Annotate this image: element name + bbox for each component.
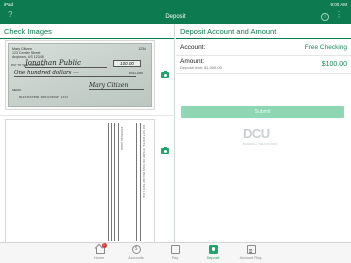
nav-bar: ? Deposit i ⋮ xyxy=(0,9,351,24)
endorse-line xyxy=(136,123,137,241)
memo-label: MEMO xyxy=(12,88,22,92)
account-row[interactable]: Account: Free Checking xyxy=(176,39,351,56)
title-divider xyxy=(0,38,174,39)
tab-accounts[interactable]: $ Accounts xyxy=(124,245,148,263)
drawer-info: Mary Citizen 123 Center Street Anytown, … xyxy=(12,47,44,59)
tab-account-register-label: Account Reg. xyxy=(239,255,263,260)
tab-home[interactable]: 1 Home xyxy=(87,243,111,263)
account-value[interactable]: Free Checking xyxy=(305,44,347,51)
check-front-body: Mary Citizen 123 Center Street Anytown, … xyxy=(8,43,152,107)
endorse-line xyxy=(140,123,141,241)
more-icon[interactable]: ⋮ xyxy=(335,11,343,19)
endorsement-area: ENDORSE HERE DO NOT WRITE, STAMP OR SIGN… xyxy=(106,123,146,241)
endorse-line xyxy=(111,123,112,241)
deposit-details-title: Deposit Account and Amount xyxy=(180,27,277,36)
tab-deposit-label: Deposit xyxy=(206,255,220,260)
check-back-image[interactable]: ENDORSE HERE DO NOT WRITE, STAMP OR SIGN… xyxy=(5,119,155,244)
tab-pay[interactable]: Pay xyxy=(163,245,187,263)
logo-tagline: BANKING • THE DCU WAY xyxy=(243,142,278,146)
pay-icon xyxy=(170,245,180,254)
check-number: 1234 xyxy=(138,47,146,51)
amount-label: Amount: xyxy=(180,58,205,65)
endorse-here-text: ENDORSE HERE xyxy=(120,127,123,151)
dcu-logo: DCU BANKING • THE DCU WAY xyxy=(243,126,289,154)
endorse-line xyxy=(114,123,115,241)
page-title: Deposit xyxy=(165,13,186,20)
deposit-icon xyxy=(208,245,218,254)
check-separator xyxy=(0,115,175,116)
home-icon: 1 xyxy=(95,243,107,254)
deposit-details-panel: Deposit Account and Amount Account: Free… xyxy=(176,24,351,242)
endorse-line xyxy=(118,123,119,241)
check-images-title: Check Images xyxy=(4,27,52,36)
tab-account-register[interactable]: Account Reg. xyxy=(239,245,263,263)
accounts-icon: $ xyxy=(131,245,141,254)
clock: 9:00 AM xyxy=(330,2,347,7)
tab-home-label: Home xyxy=(93,255,105,260)
do-not-write-text: DO NOT WRITE, STAMP OR SIGN BELOW THIS L… xyxy=(142,125,145,198)
check-front-image[interactable]: Mary Citizen 123 Center Street Anytown, … xyxy=(5,40,155,110)
camera-back-icon[interactable] xyxy=(161,147,169,154)
deposit-screen: iPad 9:00 AM 91% ? Deposit i ⋮ Check Ima… xyxy=(0,0,351,263)
deposit-limit: Deposit limit: $1,000.00 xyxy=(180,65,222,70)
payee-name: Jonathan Public xyxy=(25,59,107,68)
check-images-panel: Check Images Mary Citizen 123 Center Str… xyxy=(0,24,175,244)
amount-label-group: Amount: Deposit limit: $1,000.00 xyxy=(180,58,222,70)
signature: Mary Citizen xyxy=(89,82,144,90)
camera-front-icon[interactable] xyxy=(161,71,169,78)
dollars-label: DOLLARS xyxy=(128,71,143,75)
tab-bar: 1 Home $ Accounts Pay Deposit Account Re… xyxy=(0,242,351,263)
check-back-blank xyxy=(6,120,98,243)
status-bar: iPad 9:00 AM 91% xyxy=(0,0,351,242)
carrier-label: iPad xyxy=(4,2,14,7)
amount-value[interactable]: $100.00 xyxy=(322,61,347,68)
tab-deposit[interactable]: Deposit xyxy=(201,245,225,263)
account-label: Account: xyxy=(180,43,206,51)
logo-text: DCU xyxy=(243,126,270,141)
info-icon[interactable]: i xyxy=(321,12,329,21)
help-icon[interactable]: ? xyxy=(8,10,12,19)
endorse-line xyxy=(108,123,109,241)
notification-badge: 1 xyxy=(101,243,107,248)
amount-row[interactable]: Amount: Deposit limit: $1,000.00 $100.00 xyxy=(176,56,351,74)
check-amount-box: 100.00 xyxy=(113,60,141,67)
tab-pay-label: Pay xyxy=(171,255,179,260)
tab-accounts-label: Accounts xyxy=(128,255,144,260)
amount-in-words: One hundred dollars — xyxy=(14,70,136,77)
register-icon xyxy=(246,245,256,254)
micr-line: ⑆123456789⑆ 000123456⑈ 1234 xyxy=(19,95,68,99)
submit-button[interactable]: Submit xyxy=(181,106,344,118)
